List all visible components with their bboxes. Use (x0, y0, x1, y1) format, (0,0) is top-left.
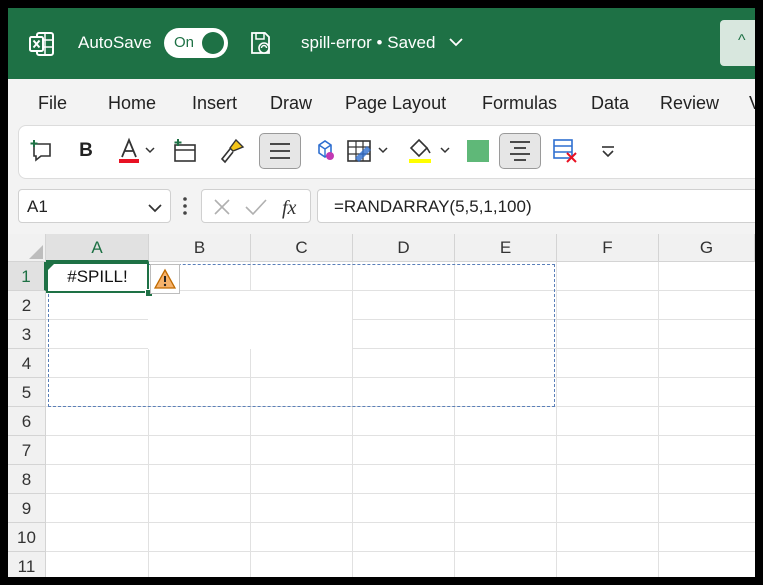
column-header-b[interactable]: B (149, 234, 251, 262)
format-as-table-button[interactable] (345, 133, 393, 169)
row-header-9[interactable]: 9 (8, 494, 46, 523)
title-bar: AutoSave On spill-error • Saved ^ (8, 8, 755, 79)
column-header-e[interactable]: E (455, 234, 557, 262)
row-header-3[interactable]: 3 (8, 320, 46, 349)
chevron-down-icon[interactable] (448, 34, 464, 50)
comment-add-icon (30, 140, 51, 162)
save-sync-icon[interactable] (246, 29, 274, 57)
enter-check-icon[interactable] (244, 197, 268, 217)
menu-page-layout[interactable]: Page Layout (345, 93, 446, 114)
active-cell-a1[interactable]: #SPILL! (46, 262, 149, 293)
menu-view[interactable]: V (749, 93, 755, 114)
ribbon-toolbar: B (18, 125, 755, 179)
row-header-7[interactable]: 7 (8, 436, 46, 465)
bold-button[interactable]: B (71, 133, 101, 169)
name-box-value: A1 (27, 197, 48, 216)
column-header-d[interactable]: D (353, 234, 455, 262)
align-button[interactable] (259, 133, 301, 169)
font-color-button[interactable] (115, 133, 159, 169)
document-title[interactable]: spill-error • Saved (301, 33, 435, 53)
column-header-g[interactable]: G (659, 234, 755, 262)
row-header-10[interactable]: 10 (8, 523, 46, 552)
center-align-button[interactable] (499, 133, 541, 169)
fill-color-icon (467, 140, 489, 162)
select-all-triangle-icon (29, 245, 43, 259)
clear-format-icon (553, 139, 577, 163)
gridline (46, 435, 755, 436)
row-header-1[interactable]: 1 (8, 262, 46, 291)
formula-buttons: fx (201, 189, 311, 223)
menu-review[interactable]: Review (660, 93, 719, 114)
excel-window: AutoSave On spill-error • Saved ^ File H… (8, 8, 755, 577)
center-align-icon (510, 141, 530, 161)
toggle-knob (202, 32, 224, 54)
bold-icon: B (79, 140, 93, 161)
autosave-toggle[interactable]: On (164, 28, 228, 58)
menu-file[interactable]: File (38, 93, 67, 114)
gridline (46, 551, 755, 552)
new-comment-button[interactable] (27, 133, 57, 169)
menu-data[interactable]: Data (591, 93, 629, 114)
formula-text: =RANDARRAY(5,5,1,100) (334, 197, 532, 216)
highlight-color-button[interactable] (405, 133, 455, 169)
overflow-chevron-icon (602, 146, 614, 158)
table-format-icon (347, 140, 388, 162)
warning-icon (154, 268, 176, 289)
insert-table-button[interactable] (169, 133, 201, 169)
menu-insert[interactable]: Insert (192, 93, 237, 114)
chevron-up-icon: ^ (738, 32, 746, 49)
fill-color-button[interactable] (463, 133, 493, 169)
gridline (46, 464, 755, 465)
excel-logo-icon[interactable] (28, 30, 56, 58)
formula-input[interactable]: =RANDARRAY(5,5,1,100) (317, 189, 755, 223)
menu-formulas[interactable]: Formulas (482, 93, 557, 114)
column-header-c[interactable]: C (251, 234, 353, 262)
insert-table-icon (174, 139, 196, 162)
title-bar-button[interactable]: ^ (720, 20, 755, 66)
autosave-label: AutoSave (78, 33, 152, 52)
shapes-button[interactable] (309, 133, 341, 169)
column-header-a[interactable]: A (46, 234, 149, 262)
shapes-icon (318, 140, 334, 160)
autosave-toggle-state: On (174, 34, 195, 51)
name-box[interactable]: A1 (18, 189, 171, 223)
clear-format-button[interactable] (549, 133, 581, 169)
row-header-11[interactable]: 11 (8, 552, 46, 577)
spill-error-button[interactable] (150, 264, 180, 294)
menu-home[interactable]: Home (108, 93, 156, 114)
select-all-corner[interactable] (8, 234, 46, 262)
column-header-f[interactable]: F (557, 234, 659, 262)
row-header-6[interactable]: 6 (8, 407, 46, 436)
more-options-icon[interactable] (181, 194, 189, 218)
chevron-down-icon[interactable] (147, 200, 163, 216)
error-indicator-icon (48, 264, 54, 270)
menu-draw[interactable]: Draw (270, 93, 312, 114)
gridline (46, 522, 755, 523)
gridline (46, 493, 755, 494)
highlight-icon (409, 138, 450, 163)
row-header-8[interactable]: 8 (8, 465, 46, 494)
row-header-2[interactable]: 2 (8, 291, 46, 320)
svg-text:fx: fx (282, 197, 297, 219)
cancel-icon[interactable] (212, 197, 232, 217)
ribbon-overflow-button[interactable] (595, 133, 621, 169)
menu-bar: File Home Insert Draw Page Layout Formul… (8, 79, 755, 125)
row-header-4[interactable]: 4 (8, 349, 46, 378)
font-color-icon (119, 137, 155, 163)
insert-function-icon[interactable]: fx (280, 195, 306, 219)
format-painter-button[interactable] (215, 133, 249, 169)
row-header-5[interactable]: 5 (8, 378, 46, 407)
worksheet-grid[interactable]: A B C D E F G 1 2 3 4 5 6 7 8 9 10 11 #S… (8, 234, 755, 577)
gridline (658, 262, 659, 577)
format-painter-icon (220, 138, 245, 164)
gridline (556, 262, 557, 577)
align-icon (270, 143, 290, 159)
